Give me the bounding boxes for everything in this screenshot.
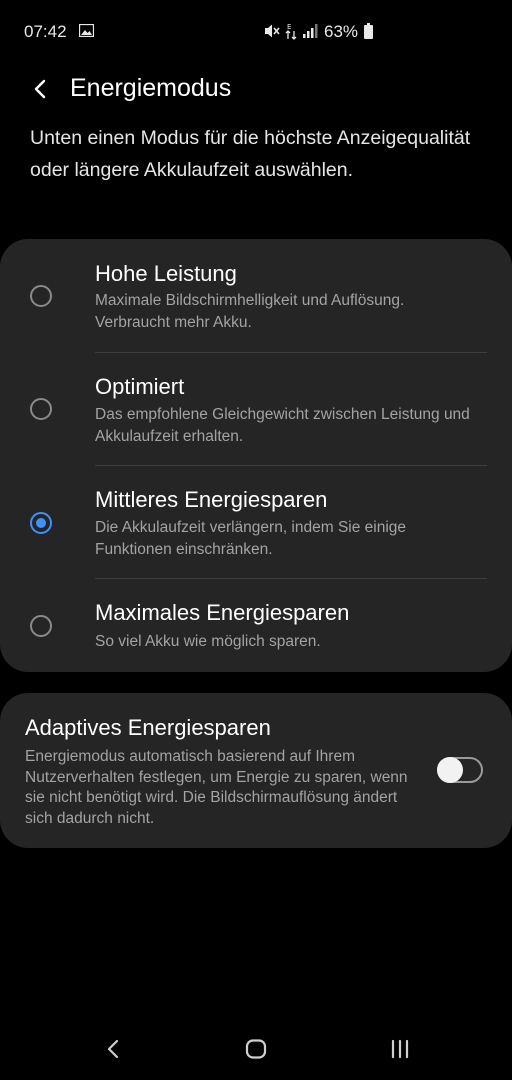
mute-icon	[265, 24, 280, 38]
mode-title: Mittleres Energiesparen	[95, 487, 328, 512]
battery-percent: 63%	[324, 22, 359, 41]
mode-description: So viel Akku wie möglich sparen.	[95, 633, 321, 650]
page-description: Unten einen Modus für die höchste Anzeig…	[30, 127, 471, 181]
mode-option-optimiert[interactable]: Optimiert Das empfohlene Gleichgewicht z…	[0, 352, 512, 465]
page-title: Energiemodus	[70, 74, 232, 102]
adaptive-toggle[interactable]	[437, 757, 483, 783]
navigation-bar	[0, 1020, 512, 1080]
mode-title: Hohe Leistung	[95, 261, 237, 286]
toggle-knob	[437, 757, 463, 783]
nav-back-icon[interactable]	[100, 1036, 126, 1062]
adaptive-description: Energiemodus automatisch basierend auf I…	[25, 748, 408, 827]
radio-button[interactable]	[30, 615, 52, 637]
chevron-left-icon	[34, 79, 46, 99]
status-bar: 07:42 E 63%	[0, 0, 512, 64]
nav-home-icon[interactable]	[243, 1036, 269, 1062]
mode-description: Das empfohlene Gleichgewicht zwischen Le…	[95, 406, 470, 445]
mode-selection-card: Hohe Leistung Maximale Bildschirmhelligk…	[0, 239, 512, 672]
radio-button[interactable]	[30, 285, 52, 307]
data-e-icon: E	[285, 23, 297, 40]
mode-title: Maximales Energiesparen	[95, 600, 350, 625]
adaptive-title: Adaptives Energiesparen	[25, 715, 271, 740]
nav-recents-icon[interactable]	[387, 1036, 413, 1062]
radio-button-selected[interactable]	[30, 512, 52, 534]
mode-option-maximales-energiesparen[interactable]: Maximales Energiesparen So viel Akku wie…	[0, 578, 512, 691]
mode-description: Die Akkulaufzeit verlängern, indem Sie e…	[95, 519, 407, 558]
svg-text:E: E	[287, 23, 291, 31]
mode-option-hohe-leistung[interactable]: Hohe Leistung Maximale Bildschirmhelligk…	[0, 239, 512, 352]
adaptive-power-saving-card[interactable]: Adaptives Energiesparen Energiemodus aut…	[0, 693, 512, 848]
back-button[interactable]	[26, 74, 56, 104]
mode-option-mittleres-energiesparen[interactable]: Mittleres Energiesparen Die Akkulaufzeit…	[0, 465, 512, 578]
battery-icon	[364, 23, 373, 39]
status-time: 07:42	[24, 22, 67, 41]
signal-icon	[303, 24, 318, 38]
radio-button[interactable]	[30, 398, 52, 420]
mode-description: Maximale Bildschirmhelligkeit und Auflös…	[95, 292, 405, 331]
image-icon	[79, 24, 94, 37]
mode-title: Optimiert	[95, 374, 185, 399]
